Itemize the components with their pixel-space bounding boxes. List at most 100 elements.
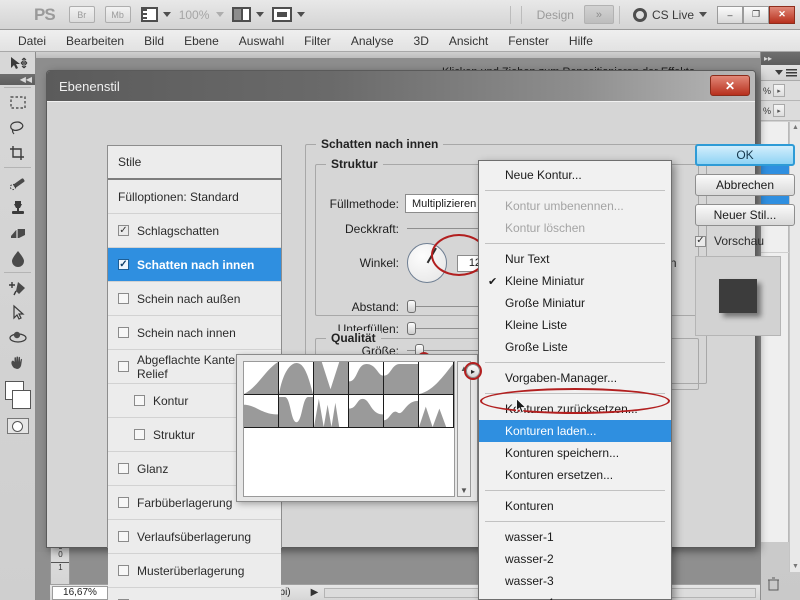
dialog-title-bar[interactable]: Ebenenstil ✕ [47,71,755,101]
mini-bridge-button[interactable]: Mb [104,6,131,23]
contour-cell[interactable] [244,395,279,428]
style-item-blending-options[interactable]: Fülloptionen: Standard [108,180,281,214]
tool-crop[interactable] [0,140,35,165]
zoom-level-control[interactable]: 100% [179,8,225,22]
menu-item-wasser-1[interactable]: wasser-1 [479,526,671,548]
contour-cell[interactable] [349,395,384,428]
checkbox-icon[interactable] [118,463,129,474]
minimize-button[interactable]: – [717,5,743,24]
menu-item-ebene[interactable]: Ebene [174,31,229,51]
tool-eraser[interactable] [0,220,35,245]
checkbox-icon[interactable] [118,259,129,270]
contour-context-menu[interactable]: Neue Kontur... Kontur umbenennen... Kont… [478,160,672,600]
menu-item-hilfe[interactable]: Hilfe [559,31,603,51]
scroll-down-icon[interactable]: ▼ [790,561,800,572]
menu-item-fenster[interactable]: Fenster [498,31,559,51]
menu-item-datei[interactable]: Datei [8,31,56,51]
checkbox-icon[interactable] [134,395,145,406]
view-extras-control[interactable] [140,7,171,22]
checkbox-icon[interactable] [118,497,129,508]
menu-item-grosse-liste[interactable]: Große Liste [479,336,671,358]
checkbox-icon[interactable] [118,225,129,236]
contour-picker-scrollbar[interactable]: ▲ ▼ [457,361,471,497]
scroll-down-icon[interactable]: ▼ [458,484,470,496]
contour-grid[interactable] [243,361,455,497]
preview-checkbox-row[interactable]: Vorschau [695,234,800,248]
contour-picker-popup[interactable]: ▲ ▼ [236,354,478,502]
style-item-stroke[interactable]: Kontur [108,588,281,600]
chevron-right-icon[interactable]: ▸ [773,84,786,97]
contour-cell[interactable] [314,395,349,428]
cancel-button[interactable]: Abbrechen [695,174,795,196]
contour-cell[interactable] [244,362,279,395]
tool-move[interactable] [0,52,35,74]
bridge-button[interactable]: Br [68,6,95,23]
menu-item-bild[interactable]: Bild [134,31,174,51]
menu-item-neue-kontur[interactable]: Neue Kontur... [479,164,671,186]
tool-path-selection[interactable] [0,300,35,325]
checkbox-icon[interactable] [118,565,129,576]
delete-layer-icon[interactable] [767,577,780,594]
menu-item-kleine-liste[interactable]: Kleine Liste [479,314,671,336]
contour-cell[interactable] [314,362,349,395]
workspace-overflow-button[interactable]: » [583,5,614,24]
menu-item-kleine-miniatur[interactable]: ✔ Kleine Miniatur [479,270,671,292]
cslive-control[interactable]: CS Live [632,7,707,22]
menu-item-konturen[interactable]: Konturen [479,495,671,517]
tool-healing-brush[interactable] [0,170,35,195]
close-button[interactable]: ✕ [769,5,795,24]
menu-item-konturen-laden[interactable]: Konturen laden... [479,420,671,442]
ok-button[interactable]: OK [695,144,795,166]
menu-item-filter[interactable]: Filter [294,31,341,51]
checkbox-icon[interactable] [118,327,129,338]
panel-menu-button[interactable] [761,65,800,81]
contour-cell[interactable] [279,395,314,428]
contour-cell[interactable] [419,395,454,428]
style-item-outer-glow[interactable]: Schein nach außen [108,282,281,316]
status-play-icon[interactable]: ▶ [305,587,325,598]
checkbox-icon[interactable] [118,531,129,542]
tool-lasso[interactable] [0,115,35,140]
menu-item-nur-text[interactable]: Nur Text [479,248,671,270]
menu-item-konturen-zuruecksetzen[interactable]: Konturen zurücksetzen... [479,398,671,420]
angle-dial[interactable] [407,243,447,283]
checkbox-icon[interactable] [118,293,129,304]
menu-item-bearbeiten[interactable]: Bearbeiten [56,31,134,51]
menu-item-analyse[interactable]: Analyse [341,31,404,51]
style-item-inner-shadow[interactable]: Schatten nach innen [108,248,281,282]
tool-clone-stamp[interactable] [0,195,35,220]
scroll-up-icon[interactable]: ▲ [790,122,800,133]
quick-mask-button[interactable] [6,418,29,434]
arrange-documents-control[interactable] [232,7,265,22]
style-item-pattern-overlay[interactable]: Musterüberlagerung [108,554,281,588]
style-item-drop-shadow[interactable]: Schlagschatten [108,214,281,248]
chevron-right-icon[interactable]: ▸ [773,104,786,117]
fill-row[interactable]: % ▸ [761,101,800,121]
restore-button[interactable]: ❐ [743,5,769,24]
menu-item-wasser-4[interactable]: wasser-4 [479,592,671,600]
contour-cell[interactable] [279,362,314,395]
menu-item-wasser-2[interactable]: wasser-2 [479,548,671,570]
toolbar-collapse-button[interactable]: ◀◀ [0,74,35,85]
dock-expand-button[interactable]: ▸▸ [761,52,800,65]
menu-item-3d[interactable]: 3D [404,31,439,51]
menu-item-vorgaben-manager[interactable]: Vorgaben-Manager... [479,367,671,389]
zoom-percentage-field[interactable]: 16,67% [52,585,108,600]
color-swatches[interactable] [0,379,35,415]
tool-hand[interactable] [0,350,35,375]
tool-blur[interactable] [0,245,35,270]
checkbox-icon[interactable] [134,429,145,440]
contour-cell[interactable] [384,395,419,428]
screen-mode-control[interactable] [272,7,306,22]
tool-pen[interactable] [0,275,35,300]
tool-rectangular-marquee[interactable] [0,90,35,115]
style-item-inner-glow[interactable]: Schein nach innen [108,316,281,350]
menu-item-konturen-speichern[interactable]: Konturen speichern... [479,442,671,464]
contour-cell[interactable] [384,362,419,395]
style-item-gradient-overlay[interactable]: Verlaufsüberlagerung [108,520,281,554]
menu-item-konturen-ersetzen[interactable]: Konturen ersetzen... [479,464,671,486]
menu-item-wasser-3[interactable]: wasser-3 [479,570,671,592]
tool-3d-orbit[interactable] [0,325,35,350]
contour-cell[interactable] [419,362,454,395]
checkbox-icon[interactable] [118,361,129,372]
